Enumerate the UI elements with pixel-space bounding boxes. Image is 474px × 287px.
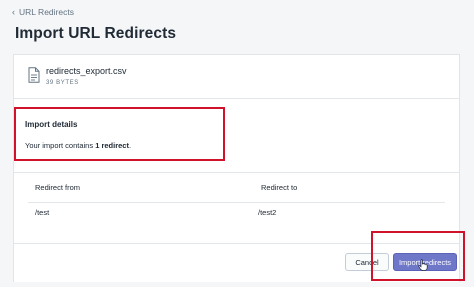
table-cell-redirect-to: /test2 <box>258 208 277 217</box>
chevron-left-icon: ‹ <box>12 6 15 17</box>
file-name: redirects_export.csv <box>46 66 127 76</box>
page-title: Import URL Redirects <box>15 25 177 42</box>
breadcrumb-label[interactable]: URL Redirects <box>19 7 74 17</box>
file-icon <box>28 67 40 83</box>
column-header-redirect-from: Redirect from <box>35 183 81 192</box>
redirects-table: Redirect from Redirect to /test /test2 <box>14 172 459 226</box>
file-info: redirects_export.csv 39 BYTES <box>14 55 459 99</box>
hand-pointer-icon <box>418 259 428 271</box>
file-size: 39 BYTES <box>46 80 79 86</box>
table-divider <box>28 202 445 203</box>
column-header-redirect-to: Redirect to <box>261 183 298 192</box>
highlight-box-import-details <box>14 107 225 161</box>
highlight-box-import-button <box>371 231 465 281</box>
breadcrumb[interactable]: ‹ URL Redirects <box>12 7 74 17</box>
table-cell-redirect-from: /test <box>35 208 50 217</box>
